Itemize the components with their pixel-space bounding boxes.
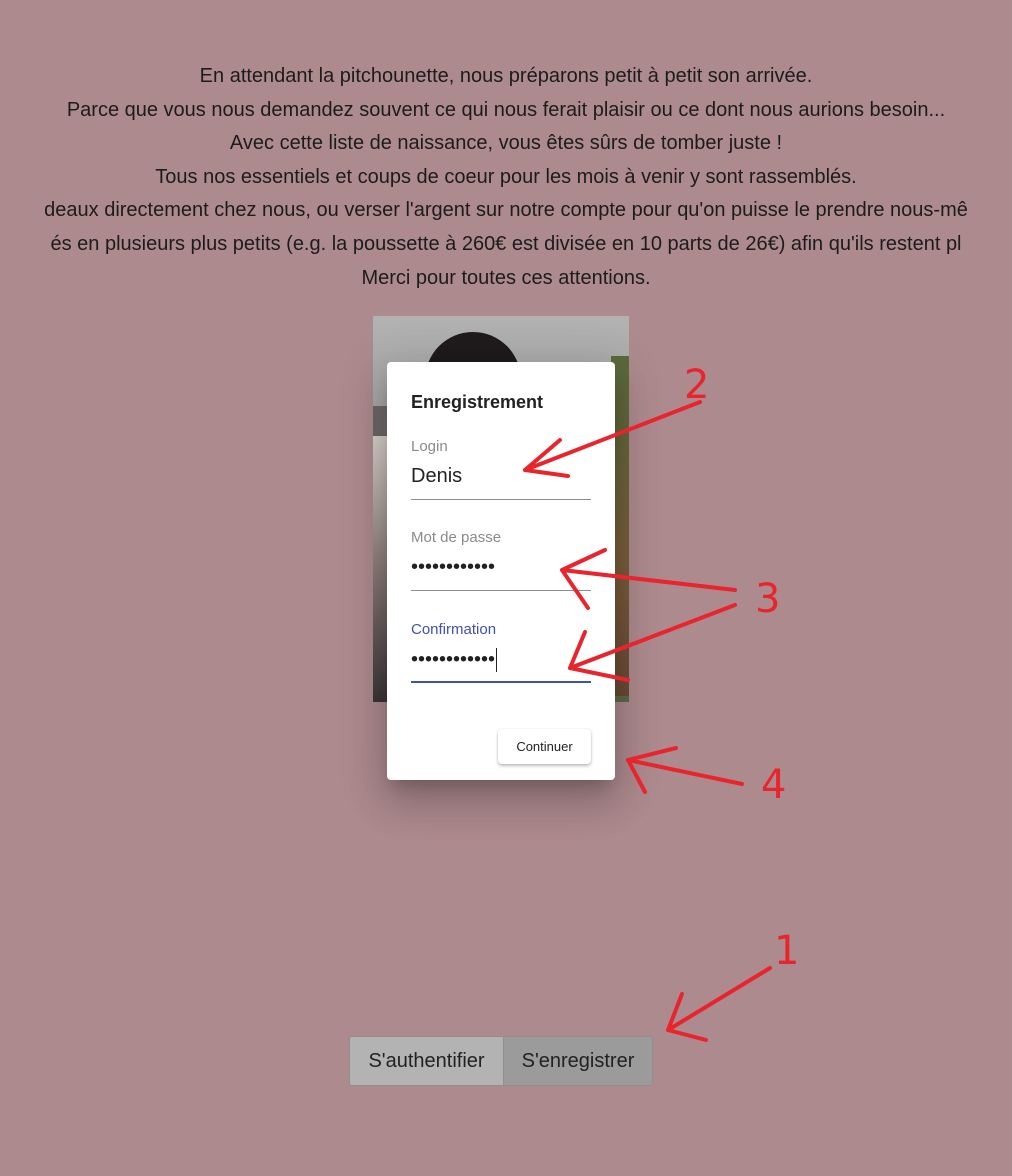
intro-line: és en plusieurs plus petits (e.g. la pou…	[50, 232, 962, 255]
annotation-label-2: 2	[684, 362, 710, 408]
auth-toggle-group: S'authentifier S'enregistrer	[349, 1036, 653, 1086]
registration-dialog: Enregistrement Login Denis Mot de passe …	[387, 362, 615, 780]
text-caret	[496, 648, 498, 672]
register-toggle-button[interactable]: S'enregistrer	[504, 1037, 652, 1085]
annotation-arrow-1	[666, 966, 772, 1042]
password-label: Mot de passe	[411, 529, 502, 546]
confirm-field[interactable]: Confirmation ••••••••••••	[411, 621, 591, 683]
login-field[interactable]: Login Denis	[411, 438, 591, 500]
intro-line: Merci pour toutes ces attentions.	[361, 266, 651, 289]
password-field[interactable]: Mot de passe ••••••••••••	[411, 529, 591, 591]
annotation-label-4: 4	[761, 762, 787, 808]
annotation-arrow-4	[626, 746, 744, 794]
annotation-label-1: 1	[774, 928, 800, 974]
login-toggle-button[interactable]: S'authentifier	[350, 1037, 504, 1085]
annotation-label-3: 3	[755, 576, 781, 622]
intro-line: deaux directement chez nous, ou verser l…	[44, 199, 968, 222]
continue-button[interactable]: Continuer	[498, 729, 591, 764]
confirm-label: Confirmation	[411, 621, 497, 638]
dialog-title: Enregistrement	[411, 392, 544, 412]
intro-line: Tous nos essentiels et coups de coeur po…	[155, 165, 857, 188]
intro-line: Avec cette liste de naissance, vous êtes…	[229, 132, 783, 155]
password-input[interactable]: ••••••••••••	[411, 556, 591, 591]
confirm-value: ••••••••••••	[411, 648, 496, 671]
intro-text: En attendant la pitchounette, nous prépa…	[0, 60, 1012, 295]
confirm-input[interactable]: ••••••••••••	[411, 648, 591, 683]
login-input[interactable]: Denis	[411, 465, 591, 500]
login-label: Login	[411, 438, 448, 455]
intro-line: En attendant la pitchounette, nous prépa…	[199, 65, 813, 87]
intro-line: Parce que vous nous demandez souvent ce …	[66, 98, 946, 121]
